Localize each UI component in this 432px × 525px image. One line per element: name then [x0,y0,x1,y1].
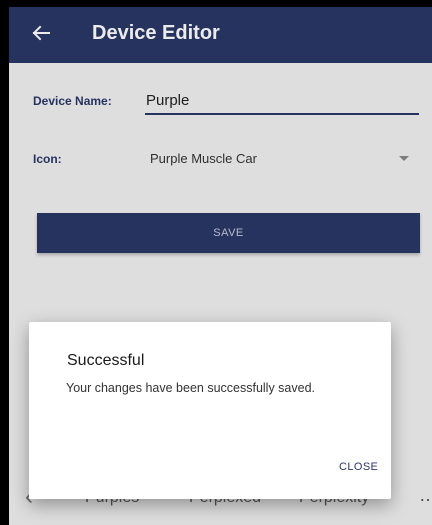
device-editor-screen: Device Editor Device Name: Icon: Purple … [9,7,432,525]
more-icon[interactable]: … [419,485,432,506]
dialog-title: Successful [67,352,145,369]
dialog-message: Your changes have been successfully save… [66,381,316,395]
close-button[interactable]: CLOSE [339,461,378,473]
success-dialog: Successful Your changes have been succes… [29,322,391,499]
